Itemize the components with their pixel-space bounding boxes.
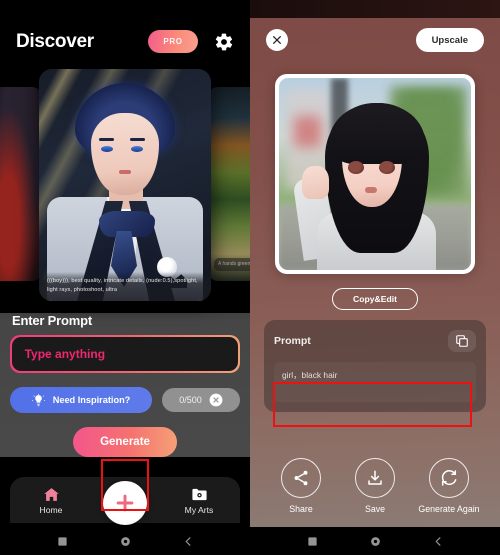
enter-prompt-label: Enter Prompt (12, 313, 92, 328)
sidebar-item-my-arts-label: My Arts (184, 504, 214, 515)
carousel-card-previous-image (0, 87, 42, 281)
save-button-circle (355, 457, 395, 498)
generate-button[interactable]: Generate (73, 427, 177, 457)
share-button-label: Share (289, 503, 313, 514)
discover-header: Discover PRO (0, 18, 250, 65)
generated-image-frame[interactable] (275, 74, 475, 274)
share-button-circle (281, 457, 321, 498)
refresh-icon (440, 469, 458, 487)
prompt-value[interactable]: girl，black hair (274, 362, 476, 402)
carousel-card-next-image (208, 87, 250, 281)
character-counter-text: 0/500 (179, 395, 202, 405)
lightbulb-icon (31, 393, 45, 407)
close-icon (272, 35, 282, 45)
carousel-card-active-image (39, 69, 211, 301)
prompt-input-placeholder: Type anything (24, 347, 106, 361)
prompt-helper-row: Need Inspiration? 0/500 (10, 387, 240, 413)
status-bar (0, 0, 250, 18)
result-screen: Upscale Copy&Edit Prompt girl，black hair… (250, 0, 500, 555)
pro-badge-button[interactable]: PRO (148, 30, 198, 53)
save-button-label: Save (364, 503, 386, 514)
result-actions: Share Save Generate Again (250, 457, 500, 515)
chevron-left-icon[interactable] (433, 536, 444, 547)
copy-and-edit-button[interactable]: Copy&Edit (332, 288, 418, 310)
discover-screen: Discover PRO (((boy))), best quality, in… (0, 0, 250, 555)
generate-again-button[interactable]: Generate Again (417, 457, 481, 515)
square-icon[interactable] (307, 536, 318, 547)
gear-icon[interactable] (214, 32, 234, 52)
carousel-card-next-caption: A hands greenfi (214, 257, 250, 271)
sidebar-item-my-arts[interactable]: My Arts (158, 486, 240, 515)
close-button[interactable] (266, 29, 288, 51)
create-fab-button[interactable] (103, 481, 147, 525)
carousel-card-previous[interactable] (0, 87, 42, 281)
app-screenshot: Discover PRO (((boy))), best quality, in… (0, 0, 500, 555)
page-title: Discover (16, 30, 94, 52)
prompt-card-header: Prompt (274, 330, 476, 352)
circle-icon[interactable] (370, 536, 381, 547)
prompt-input-border: Type anything (10, 335, 240, 373)
square-icon[interactable] (57, 536, 68, 547)
prompt-input[interactable]: Type anything (11, 336, 239, 372)
generate-again-button-label: Generate Again (418, 503, 480, 514)
carousel-card-active[interactable]: (((boy))), best quality, intricate detai… (39, 69, 211, 301)
generated-image (279, 78, 471, 270)
upscale-button[interactable]: Upscale (415, 28, 484, 52)
carousel-card-caption: (((boy))), best quality, intricate detai… (39, 272, 211, 301)
download-icon (366, 469, 384, 487)
carousel-card-next[interactable]: A hands greenfi (208, 87, 250, 281)
system-navbar-right (250, 527, 500, 555)
discover-carousel[interactable]: (((boy))), best quality, intricate detai… (0, 69, 250, 301)
copy-prompt-button[interactable] (448, 330, 476, 352)
prompt-section: Enter Prompt Type anything Need Inspirat… (0, 313, 250, 457)
status-bar-right (250, 0, 500, 18)
copy-icon (455, 334, 469, 348)
plus-icon (114, 492, 136, 514)
share-icon (292, 469, 310, 487)
prompt-card-title: Prompt (274, 335, 311, 347)
result-header: Upscale (250, 18, 500, 62)
generate-again-button-circle (429, 457, 469, 498)
circle-icon[interactable] (120, 536, 131, 547)
clear-icon[interactable] (209, 393, 223, 407)
save-button[interactable]: Save (343, 457, 407, 515)
home-icon (43, 486, 60, 503)
share-button[interactable]: Share (269, 457, 333, 515)
need-inspiration-label: Need Inspiration? (52, 395, 131, 405)
sidebar-item-home[interactable]: Home (10, 486, 92, 515)
chevron-left-icon[interactable] (183, 536, 194, 547)
sidebar-item-home-label: Home (39, 504, 63, 515)
system-navbar-left (0, 527, 250, 555)
character-counter: 0/500 (162, 388, 240, 412)
prompt-card: Prompt girl，black hair (264, 320, 486, 412)
need-inspiration-button[interactable]: Need Inspiration? (10, 387, 152, 413)
folder-icon (191, 486, 208, 503)
